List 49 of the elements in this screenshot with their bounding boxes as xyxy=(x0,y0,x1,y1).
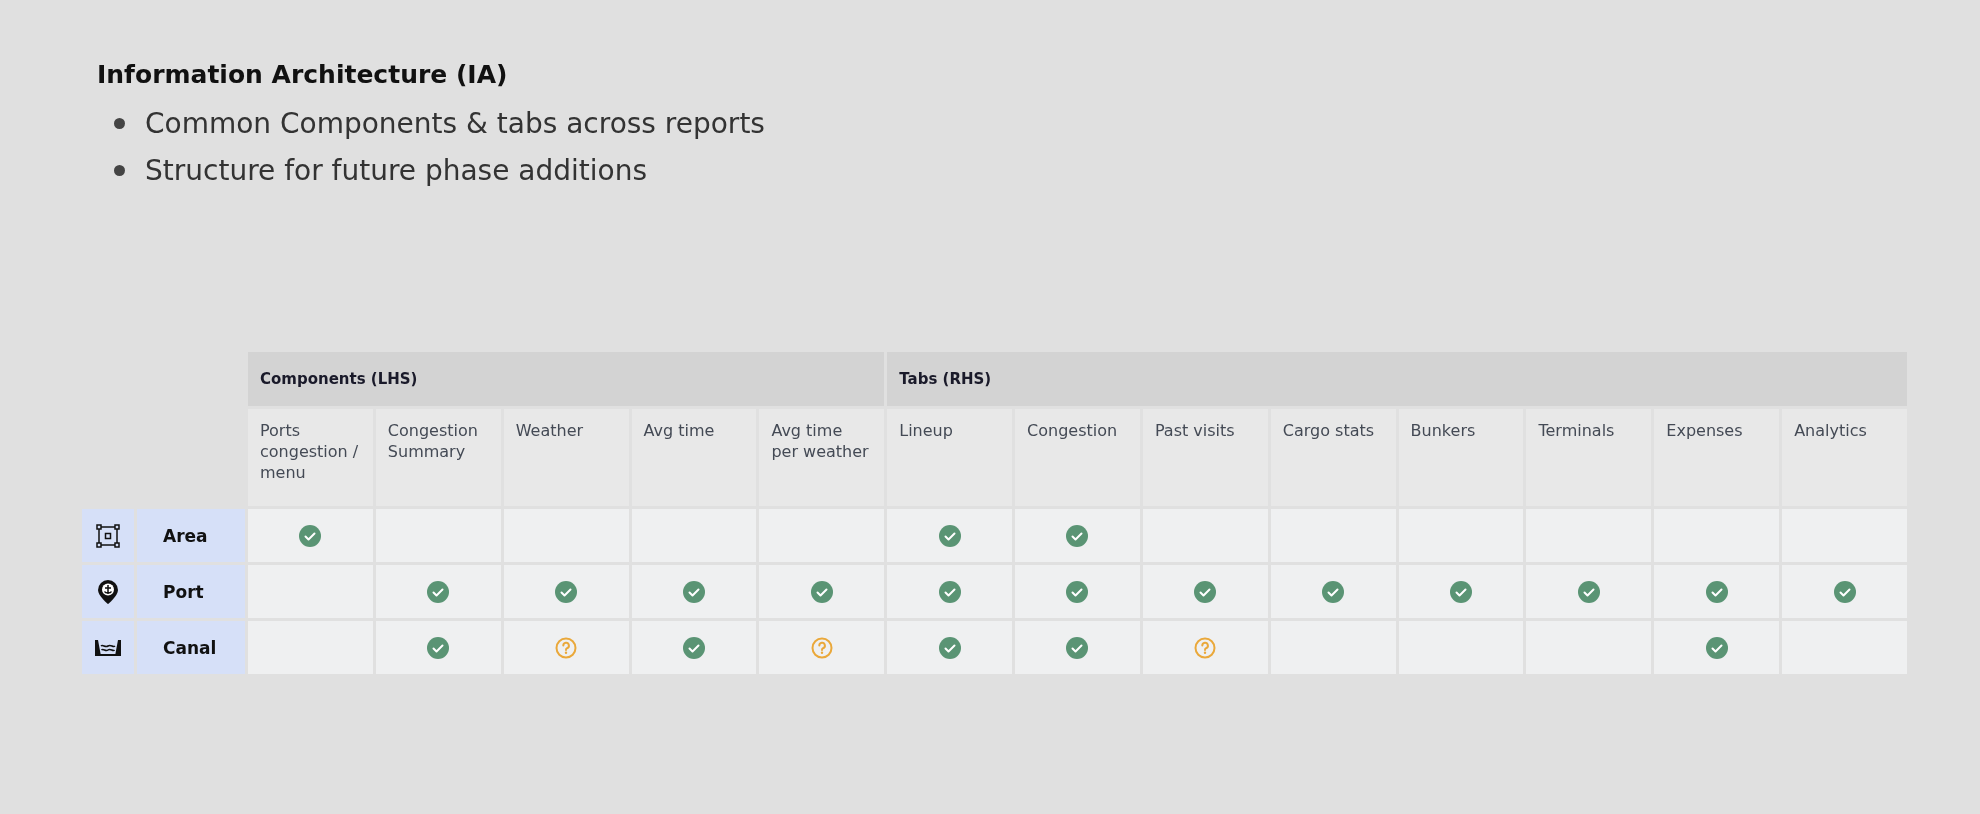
row-label: Area xyxy=(137,509,245,562)
column-header: Lineup xyxy=(887,409,1013,506)
check-icon xyxy=(555,580,578,603)
bullet-dot xyxy=(114,118,125,129)
check-icon xyxy=(1066,580,1089,603)
bullet-text: Common Components & tabs across reports xyxy=(145,107,765,140)
check-icon xyxy=(1705,636,1728,659)
check-icon xyxy=(1066,524,1089,547)
column-header: Avg time xyxy=(631,409,757,506)
column-header: Bunkers xyxy=(1398,409,1524,506)
group-header: Components (LHS) xyxy=(248,352,885,406)
row-label: Canal xyxy=(137,621,245,674)
group-header: Tabs (RHS) xyxy=(887,352,1907,406)
question-icon xyxy=(555,636,578,659)
check-icon xyxy=(427,580,450,603)
check-icon xyxy=(1450,580,1473,603)
question-icon xyxy=(810,636,833,659)
check-icon xyxy=(1577,580,1600,603)
column-header: Congestion xyxy=(1015,409,1140,506)
bullet-text: Structure for future phase additions xyxy=(145,154,647,187)
column-header: Ports congestion / menu xyxy=(248,409,373,506)
check-icon xyxy=(682,580,705,603)
check-icon xyxy=(1705,580,1728,603)
check-icon xyxy=(810,580,833,603)
canal-icon xyxy=(94,637,122,658)
question-icon xyxy=(1194,636,1217,659)
row-label: Port xyxy=(137,565,245,618)
check-icon xyxy=(1066,636,1089,659)
check-icon xyxy=(1194,580,1217,603)
check-icon xyxy=(938,636,961,659)
page-title: Information Architecture (IA) xyxy=(97,60,509,89)
check-icon xyxy=(299,524,322,547)
column-header: Analytics xyxy=(1782,409,1907,506)
check-icon xyxy=(427,636,450,659)
column-header: Cargo stats xyxy=(1270,409,1396,506)
column-header: Avg time per weather xyxy=(759,409,885,506)
check-icon xyxy=(938,580,961,603)
check-icon xyxy=(1833,580,1856,603)
column-header: Past visits xyxy=(1142,409,1268,506)
column-header: Weather xyxy=(503,409,629,506)
bullet-dot xyxy=(114,165,125,176)
pin-icon xyxy=(97,578,119,605)
area-icon xyxy=(96,523,120,548)
check-icon xyxy=(938,524,961,547)
check-icon xyxy=(682,636,705,659)
column-header: Expenses xyxy=(1654,409,1780,506)
column-header: Terminals xyxy=(1526,409,1652,506)
check-icon xyxy=(1322,580,1345,603)
column-header: Congestion Summary xyxy=(375,409,501,506)
